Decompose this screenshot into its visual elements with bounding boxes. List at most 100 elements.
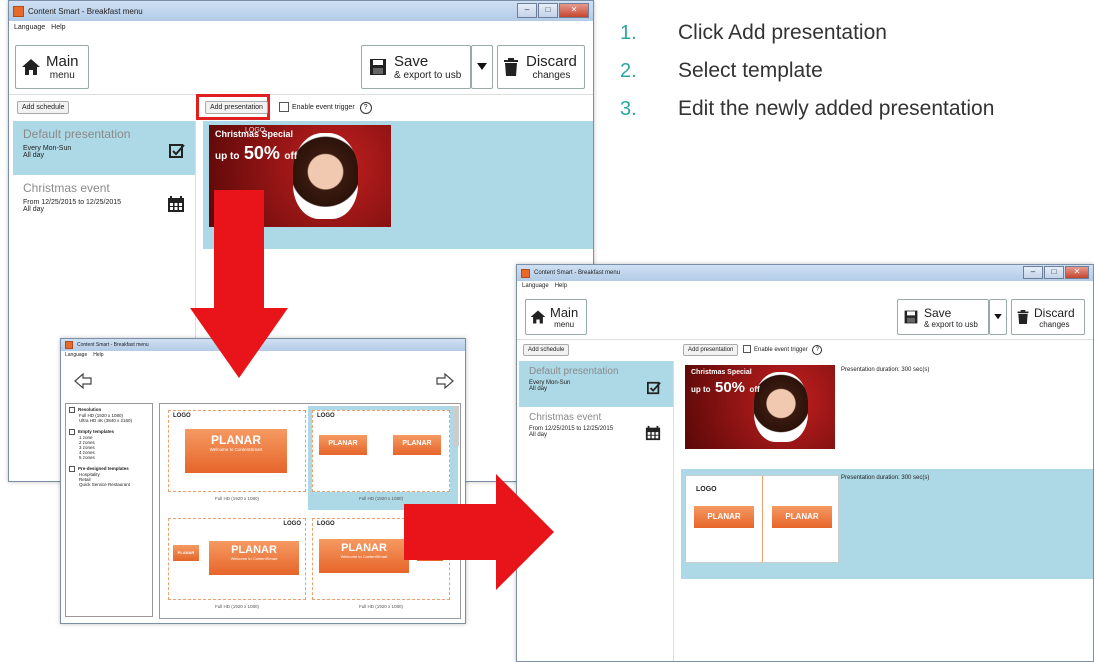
minimize-button[interactable]: – (517, 3, 537, 18)
add-presentation-button[interactable]: Add presentation (683, 344, 739, 356)
enable-event-trigger[interactable]: Enable event trigger ? (279, 102, 372, 114)
save-button-sub: & export to usb (924, 319, 978, 329)
forward-arrow-icon[interactable] (435, 373, 455, 389)
right-arrow-icon (404, 474, 554, 590)
poster-offer-suffix: off (749, 385, 760, 394)
menu-language[interactable]: Language (14, 24, 45, 31)
empty-option[interactable]: 5 zones (79, 455, 149, 460)
schedule-item-christmas[interactable]: Christmas event From 12/25/2015 to 12/25… (519, 407, 673, 453)
step-item: 2. Select template (620, 52, 994, 90)
calendar-icon (645, 425, 661, 441)
down-arrow-icon (190, 190, 288, 378)
schedule-item-default[interactable]: Default presentation Every Mon-Sun All d… (13, 121, 195, 175)
trash-icon (1017, 310, 1029, 324)
add-schedule-button[interactable]: Add schedule (17, 101, 70, 114)
calendar-icon (168, 196, 184, 212)
menu-help[interactable]: Help (555, 283, 567, 289)
template-brand: PLANAR (211, 433, 261, 447)
template-grid-scrollbar[interactable] (454, 406, 459, 446)
main-button-label: Main (46, 53, 79, 70)
help-icon[interactable]: ? (812, 345, 823, 355)
poster-title: Christmas Special (691, 369, 752, 376)
step-text: Click Add presentation (678, 21, 887, 44)
template-tagline: Welcome to ContentSmart (209, 447, 263, 452)
presentation-thumbnail[interactable]: Christmas Special up to 50% off (685, 365, 835, 449)
step-text: Select template (678, 59, 823, 82)
predesigned-checkbox[interactable] (69, 466, 75, 472)
back-arrow-icon[interactable] (73, 373, 93, 389)
schedule-item-default[interactable]: Default presentation Every Mon-Sun All d… (519, 361, 673, 407)
main-button-sub: menu (49, 70, 75, 81)
presentation-row-new[interactable]: LOGO PLANAR PLANAR Presentation duration… (681, 469, 1093, 579)
template-filter-panel: Resolution Full HD (1920 x 1080) Ultra H… (65, 403, 153, 617)
template-banner: PLANAR Welcome to ContentSmart (319, 539, 409, 573)
window-controls: – □ ✕ (516, 3, 589, 18)
add-schedule-button[interactable]: Add schedule (523, 344, 570, 356)
template-caption: Full HD (1920 x 1080) (214, 496, 260, 501)
schedule-title: Christmas event (23, 181, 110, 195)
resolution-checkbox[interactable] (69, 407, 75, 413)
template-banner-right: PLANAR (393, 435, 441, 455)
instruction-steps: 1. Click Add presentation 2. Select temp… (620, 14, 994, 128)
event-trigger-checkbox[interactable] (743, 345, 751, 354)
event-trigger-checkbox[interactable] (279, 102, 289, 113)
resolution-label: Resolution (78, 407, 102, 413)
step-number: 1. (620, 21, 637, 44)
home-icon (22, 59, 40, 75)
poster-offer: up to 50% off (215, 143, 297, 164)
save-button[interactable]: Save & export to usb (897, 299, 989, 335)
presentation-duration: Presentation duration: 300 sec(s) (841, 367, 930, 373)
template-banner: PLANAR Welcome to ContentSmart (209, 541, 299, 575)
title-bar: Content Smart - Breakfast menu – □ ✕ (517, 265, 1093, 281)
empty-checkbox[interactable] (69, 429, 75, 435)
help-icon[interactable]: ? (359, 102, 372, 114)
template-banner-right: PLANAR (772, 506, 832, 528)
discard-button[interactable]: Discard changes (497, 45, 585, 89)
app-icon (521, 268, 530, 278)
window-title: Content Smart - Breakfast menu (77, 342, 149, 348)
discard-button-sub: changes (532, 70, 571, 81)
window-controls: – □ ✕ (1022, 266, 1089, 279)
trash-icon (504, 58, 518, 76)
presentation-duration: Presentation duration: 300 sec(s) (841, 475, 930, 481)
close-button[interactable]: ✕ (559, 3, 589, 18)
checkmark-icon (647, 381, 661, 395)
menu-help[interactable]: Help (51, 24, 65, 31)
chevron-down-icon (994, 314, 1002, 320)
template-card[interactable]: LOGO PLANAR PLANAR Welcome to ContentSma… (168, 518, 306, 609)
maximize-button[interactable]: □ (1044, 266, 1064, 279)
zone-divider (762, 476, 763, 562)
discard-button[interactable]: Discard changes (1011, 299, 1085, 335)
resolution-option[interactable]: Ultra HD 4K (3840 x 2160) (79, 418, 149, 423)
add-presentation-button[interactable]: Add presentation (205, 101, 268, 114)
menu-help[interactable]: Help (93, 352, 103, 358)
step-item: 1. Click Add presentation (620, 14, 994, 52)
result-window: Content Smart - Breakfast menu – □ ✕ Lan… (516, 264, 1094, 662)
menu-language[interactable]: Language (522, 283, 549, 289)
template-caption: Full HD (1920 x 1080) (358, 604, 404, 609)
window-title: Content Smart - Breakfast menu (534, 270, 621, 276)
main-button-sub: menu (554, 320, 575, 329)
main-menu-button[interactable]: Main menu (525, 299, 587, 335)
save-button[interactable]: Save & export to usb (361, 45, 471, 89)
schedule-title: Christmas event (529, 412, 602, 423)
menu-language[interactable]: Language (65, 352, 87, 358)
schedule-title: Default presentation (529, 366, 619, 377)
app-icon (65, 341, 73, 349)
new-presentation-thumbnail[interactable]: LOGO PLANAR PLANAR (685, 475, 839, 563)
main-menu-button[interactable]: Main menu (15, 45, 89, 89)
predesigned-option[interactable]: Quick Service Restaurant (79, 482, 149, 487)
maximize-button[interactable]: □ (538, 3, 558, 18)
template-logo: LOGO (317, 521, 335, 527)
presentation-row[interactable]: Christmas Special up to 50% off Presenta… (681, 361, 1093, 469)
poster-offer-prefix: up to (215, 151, 240, 162)
minimize-button[interactable]: – (1023, 266, 1043, 279)
enable-event-trigger[interactable]: Enable event trigger ? (743, 345, 823, 355)
close-button[interactable]: ✕ (1065, 266, 1089, 279)
template-card[interactable]: LOGO PLANAR Welcome to ContentSmart Full… (168, 410, 306, 501)
save-dropdown-button[interactable] (471, 45, 493, 89)
save-button-label: Save (394, 53, 429, 70)
schedule-item-christmas[interactable]: Christmas event From 12/25/2015 to 12/25… (13, 175, 195, 229)
poster-offer-big: 50% (243, 143, 280, 163)
save-dropdown-button[interactable] (989, 299, 1007, 335)
